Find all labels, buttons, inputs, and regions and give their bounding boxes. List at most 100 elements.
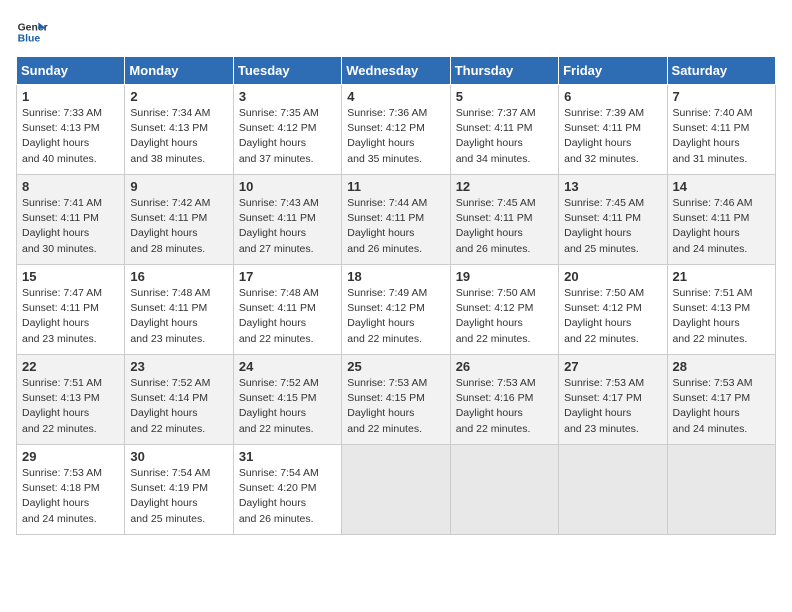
col-header-wednesday: Wednesday <box>342 57 450 85</box>
day-number: 29 <box>22 449 119 464</box>
calendar-cell: 1 Sunrise: 7:33 AMSunset: 4:13 PMDayligh… <box>17 85 125 175</box>
calendar-cell: 14 Sunrise: 7:46 AMSunset: 4:11 PMDaylig… <box>667 175 775 265</box>
day-number: 1 <box>22 89 119 104</box>
calendar-cell: 16 Sunrise: 7:48 AMSunset: 4:11 PMDaylig… <box>125 265 233 355</box>
day-info: Sunrise: 7:51 AMSunset: 4:13 PMDaylight … <box>673 286 770 347</box>
calendar-table: SundayMondayTuesdayWednesdayThursdayFrid… <box>16 56 776 535</box>
day-info: Sunrise: 7:42 AMSunset: 4:11 PMDaylight … <box>130 196 227 257</box>
day-info: Sunrise: 7:53 AMSunset: 4:17 PMDaylight … <box>673 376 770 437</box>
day-number: 2 <box>130 89 227 104</box>
calendar-cell: 8 Sunrise: 7:41 AMSunset: 4:11 PMDayligh… <box>17 175 125 265</box>
day-info: Sunrise: 7:50 AMSunset: 4:12 PMDaylight … <box>564 286 661 347</box>
logo-icon: General Blue <box>16 16 48 48</box>
day-number: 23 <box>130 359 227 374</box>
day-info: Sunrise: 7:52 AMSunset: 4:14 PMDaylight … <box>130 376 227 437</box>
col-header-monday: Monday <box>125 57 233 85</box>
col-header-thursday: Thursday <box>450 57 558 85</box>
day-number: 15 <box>22 269 119 284</box>
day-info: Sunrise: 7:35 AMSunset: 4:12 PMDaylight … <box>239 106 336 167</box>
day-info: Sunrise: 7:34 AMSunset: 4:13 PMDaylight … <box>130 106 227 167</box>
day-info: Sunrise: 7:46 AMSunset: 4:11 PMDaylight … <box>673 196 770 257</box>
calendar-cell: 26 Sunrise: 7:53 AMSunset: 4:16 PMDaylig… <box>450 355 558 445</box>
day-info: Sunrise: 7:48 AMSunset: 4:11 PMDaylight … <box>239 286 336 347</box>
day-info: Sunrise: 7:39 AMSunset: 4:11 PMDaylight … <box>564 106 661 167</box>
day-number: 16 <box>130 269 227 284</box>
calendar-cell <box>667 445 775 535</box>
day-number: 28 <box>673 359 770 374</box>
calendar-cell: 30 Sunrise: 7:54 AMSunset: 4:19 PMDaylig… <box>125 445 233 535</box>
day-info: Sunrise: 7:40 AMSunset: 4:11 PMDaylight … <box>673 106 770 167</box>
day-info: Sunrise: 7:37 AMSunset: 4:11 PMDaylight … <box>456 106 553 167</box>
calendar-cell: 31 Sunrise: 7:54 AMSunset: 4:20 PMDaylig… <box>233 445 341 535</box>
day-number: 11 <box>347 179 444 194</box>
day-info: Sunrise: 7:53 AMSunset: 4:17 PMDaylight … <box>564 376 661 437</box>
day-number: 24 <box>239 359 336 374</box>
day-number: 20 <box>564 269 661 284</box>
day-info: Sunrise: 7:33 AMSunset: 4:13 PMDaylight … <box>22 106 119 167</box>
col-header-friday: Friday <box>559 57 667 85</box>
day-info: Sunrise: 7:44 AMSunset: 4:11 PMDaylight … <box>347 196 444 257</box>
day-number: 9 <box>130 179 227 194</box>
day-number: 3 <box>239 89 336 104</box>
calendar-cell: 22 Sunrise: 7:51 AMSunset: 4:13 PMDaylig… <box>17 355 125 445</box>
day-number: 6 <box>564 89 661 104</box>
calendar-cell: 18 Sunrise: 7:49 AMSunset: 4:12 PMDaylig… <box>342 265 450 355</box>
calendar-cell: 24 Sunrise: 7:52 AMSunset: 4:15 PMDaylig… <box>233 355 341 445</box>
calendar-week-3: 15 Sunrise: 7:47 AMSunset: 4:11 PMDaylig… <box>17 265 776 355</box>
calendar-week-4: 22 Sunrise: 7:51 AMSunset: 4:13 PMDaylig… <box>17 355 776 445</box>
calendar-week-2: 8 Sunrise: 7:41 AMSunset: 4:11 PMDayligh… <box>17 175 776 265</box>
day-number: 18 <box>347 269 444 284</box>
calendar-cell: 28 Sunrise: 7:53 AMSunset: 4:17 PMDaylig… <box>667 355 775 445</box>
calendar-cell: 21 Sunrise: 7:51 AMSunset: 4:13 PMDaylig… <box>667 265 775 355</box>
logo: General Blue <box>16 16 48 48</box>
calendar-cell: 12 Sunrise: 7:45 AMSunset: 4:11 PMDaylig… <box>450 175 558 265</box>
day-number: 19 <box>456 269 553 284</box>
day-number: 31 <box>239 449 336 464</box>
day-info: Sunrise: 7:41 AMSunset: 4:11 PMDaylight … <box>22 196 119 257</box>
day-number: 4 <box>347 89 444 104</box>
calendar-cell: 25 Sunrise: 7:53 AMSunset: 4:15 PMDaylig… <box>342 355 450 445</box>
day-info: Sunrise: 7:52 AMSunset: 4:15 PMDaylight … <box>239 376 336 437</box>
day-number: 13 <box>564 179 661 194</box>
day-info: Sunrise: 7:54 AMSunset: 4:20 PMDaylight … <box>239 466 336 527</box>
day-info: Sunrise: 7:48 AMSunset: 4:11 PMDaylight … <box>130 286 227 347</box>
col-header-sunday: Sunday <box>17 57 125 85</box>
calendar-week-5: 29 Sunrise: 7:53 AMSunset: 4:18 PMDaylig… <box>17 445 776 535</box>
calendar-cell: 13 Sunrise: 7:45 AMSunset: 4:11 PMDaylig… <box>559 175 667 265</box>
day-number: 22 <box>22 359 119 374</box>
calendar-cell <box>342 445 450 535</box>
day-info: Sunrise: 7:53 AMSunset: 4:16 PMDaylight … <box>456 376 553 437</box>
day-info: Sunrise: 7:53 AMSunset: 4:15 PMDaylight … <box>347 376 444 437</box>
calendar-cell: 15 Sunrise: 7:47 AMSunset: 4:11 PMDaylig… <box>17 265 125 355</box>
calendar-cell: 3 Sunrise: 7:35 AMSunset: 4:12 PMDayligh… <box>233 85 341 175</box>
day-info: Sunrise: 7:45 AMSunset: 4:11 PMDaylight … <box>456 196 553 257</box>
svg-text:Blue: Blue <box>18 34 41 45</box>
calendar-cell: 11 Sunrise: 7:44 AMSunset: 4:11 PMDaylig… <box>342 175 450 265</box>
calendar-cell: 23 Sunrise: 7:52 AMSunset: 4:14 PMDaylig… <box>125 355 233 445</box>
day-info: Sunrise: 7:49 AMSunset: 4:12 PMDaylight … <box>347 286 444 347</box>
day-info: Sunrise: 7:36 AMSunset: 4:12 PMDaylight … <box>347 106 444 167</box>
calendar-cell: 27 Sunrise: 7:53 AMSunset: 4:17 PMDaylig… <box>559 355 667 445</box>
day-number: 26 <box>456 359 553 374</box>
day-number: 5 <box>456 89 553 104</box>
calendar-cell: 10 Sunrise: 7:43 AMSunset: 4:11 PMDaylig… <box>233 175 341 265</box>
calendar-week-1: 1 Sunrise: 7:33 AMSunset: 4:13 PMDayligh… <box>17 85 776 175</box>
day-info: Sunrise: 7:50 AMSunset: 4:12 PMDaylight … <box>456 286 553 347</box>
col-header-tuesday: Tuesday <box>233 57 341 85</box>
calendar-cell: 9 Sunrise: 7:42 AMSunset: 4:11 PMDayligh… <box>125 175 233 265</box>
calendar-cell: 20 Sunrise: 7:50 AMSunset: 4:12 PMDaylig… <box>559 265 667 355</box>
calendar-cell: 6 Sunrise: 7:39 AMSunset: 4:11 PMDayligh… <box>559 85 667 175</box>
col-header-saturday: Saturday <box>667 57 775 85</box>
day-info: Sunrise: 7:51 AMSunset: 4:13 PMDaylight … <box>22 376 119 437</box>
day-number: 25 <box>347 359 444 374</box>
calendar-cell: 4 Sunrise: 7:36 AMSunset: 4:12 PMDayligh… <box>342 85 450 175</box>
day-number: 21 <box>673 269 770 284</box>
day-number: 27 <box>564 359 661 374</box>
day-info: Sunrise: 7:45 AMSunset: 4:11 PMDaylight … <box>564 196 661 257</box>
calendar-cell: 7 Sunrise: 7:40 AMSunset: 4:11 PMDayligh… <box>667 85 775 175</box>
day-number: 12 <box>456 179 553 194</box>
page-header: General Blue <box>16 16 776 48</box>
day-number: 10 <box>239 179 336 194</box>
calendar-cell: 17 Sunrise: 7:48 AMSunset: 4:11 PMDaylig… <box>233 265 341 355</box>
day-info: Sunrise: 7:53 AMSunset: 4:18 PMDaylight … <box>22 466 119 527</box>
